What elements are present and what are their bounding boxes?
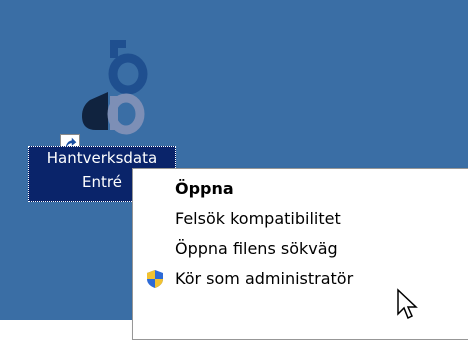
shortcut-label-line1: Hantverksdata: [46, 149, 158, 167]
menu-item-open-file-location[interactable]: Öppna filens sökväg: [133, 234, 468, 264]
menu-item-troubleshoot-compatibility[interactable]: Felsök kompatibilitet: [133, 204, 468, 234]
menu-item-label: Felsök kompatibilitet: [175, 209, 341, 228]
menu-item-label: Öppna: [175, 179, 234, 198]
mouse-cursor-icon: [397, 288, 418, 320]
desktop: Hantverksdata Entré Öppna Felsök kompati…: [0, 0, 468, 340]
menu-item-label: Öppna filens sökväg: [175, 239, 338, 258]
menu-item-label: Kör som administratör: [175, 269, 354, 288]
uac-shield-icon: [147, 270, 163, 288]
menu-item-open[interactable]: Öppna: [133, 174, 468, 204]
hantverksdata-logo-icon: [82, 40, 148, 135]
